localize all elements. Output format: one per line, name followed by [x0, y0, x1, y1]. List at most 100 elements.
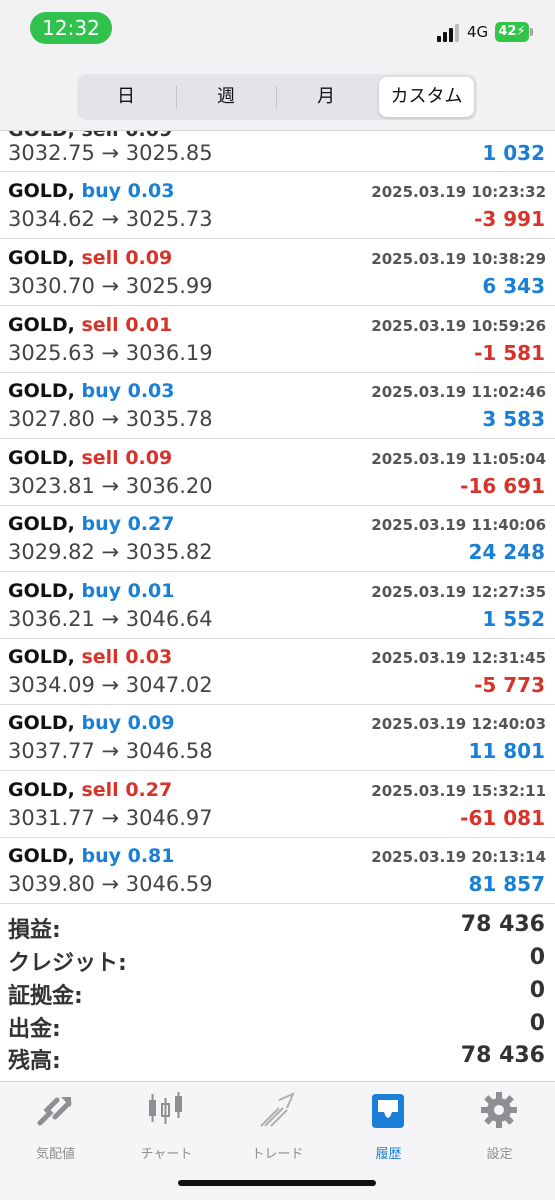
period-tab-week[interactable]: 週 [177, 77, 275, 117]
trade-header: GOLD, sell 0.03 [8, 646, 172, 668]
chart-icon [149, 1092, 182, 1124]
period-tab-day[interactable]: 日 [77, 77, 175, 117]
trade-profit: 11 801 [468, 739, 545, 763]
summary-label: クレジット: [8, 951, 127, 976]
tab-label: チャート [140, 1147, 193, 1162]
trade-lots: 0.03 [125, 646, 173, 668]
home-indicator[interactable] [178, 1180, 376, 1186]
trade-side: buy [81, 580, 121, 602]
trade-prices: 3034.09 → 3047.02 [8, 673, 213, 697]
trade-row[interactable]: GOLD, sell 0.09 2025.03.19 11:05:04 3023… [0, 439, 555, 506]
trade-lots: 0.09 [127, 712, 175, 734]
trade-history-list[interactable]: GOLD, sell 0.09 3032.75 → 3025.85 1 032 … [0, 131, 555, 904]
trade-datetime: 2025.03.19 11:02:46 [371, 383, 546, 401]
trade-icon [260, 1092, 295, 1127]
trade-profit: 24 248 [468, 540, 545, 564]
trade-lots: 0.03 [127, 180, 175, 202]
trade-symbol: GOLD, [8, 580, 75, 602]
trade-row[interactable]: GOLD, buy 0.27 2025.03.19 11:40:06 3029.… [0, 505, 555, 572]
trade-row[interactable]: GOLD, sell 0.01 2025.03.19 10:59:26 3025… [0, 306, 555, 373]
trade-header: GOLD, buy 0.01 [8, 580, 175, 602]
trade-prices: 3034.62 → 3025.73 [8, 207, 213, 231]
summary-balance: 残高: 78 436 [0, 1043, 555, 1075]
trade-lots: 0.01 [125, 314, 173, 336]
history-icon [372, 1094, 404, 1128]
tab-trade[interactable]: トレード [222, 1090, 333, 1162]
trade-profit: 81 857 [468, 872, 545, 896]
trade-row[interactable]: GOLD, sell 0.03 2025.03.19 12:31:45 3034… [0, 638, 555, 705]
cellular-signal-icon [437, 24, 461, 42]
trade-symbol: GOLD, [8, 646, 75, 668]
trade-profit: -5 773 [474, 673, 545, 697]
period-tab-month[interactable]: 月 [277, 77, 375, 117]
trade-symbol: GOLD, [8, 247, 75, 269]
trade-row[interactable]: GOLD, sell 0.27 2025.03.19 15:32:11 3031… [0, 771, 555, 838]
trade-row[interactable]: GOLD, buy 0.09 2025.03.19 12:40:03 3037.… [0, 704, 555, 771]
account-summary: 損益: 78 436 クレジット: 0 証拠金: 0 出金: 0 残高: 78 … [0, 912, 555, 1082]
trade-prices: 3025.63 → 3036.19 [8, 341, 213, 365]
trade-header: GOLD, buy 0.27 [8, 513, 175, 535]
summary-value: 78 436 [460, 912, 545, 937]
trade-side: buy [81, 845, 121, 867]
tab-label: 気配値 [35, 1147, 75, 1162]
trade-side: buy [81, 180, 121, 202]
tab-label: 設定 [486, 1147, 513, 1162]
trade-symbol: GOLD, [8, 845, 75, 867]
summary-value: 0 [529, 1011, 545, 1036]
network-type: 4G [467, 23, 489, 41]
history-header: 日 週 月 カスタム [0, 64, 555, 131]
trade-datetime: 2025.03.19 10:23:32 [371, 183, 546, 201]
trade-header: GOLD, sell 0.01 [8, 314, 172, 336]
trade-lots: 0.09 [125, 247, 173, 269]
summary-label: 残高: [8, 1049, 61, 1074]
trade-header: GOLD, sell 0.09 [8, 247, 172, 269]
bottom-tab-bar: 気配値 チャート トレード 履歴 設定 [0, 1082, 555, 1200]
trade-symbol: GOLD, [8, 314, 75, 336]
trade-side: sell [81, 779, 119, 801]
summary-value: 78 436 [460, 1043, 545, 1068]
summary-credit: クレジット: 0 [0, 945, 555, 977]
trade-symbol: GOLD, [8, 712, 75, 734]
battery-cap [530, 28, 533, 36]
trade-side: buy [81, 712, 121, 734]
tab-quotes[interactable]: 気配値 [0, 1090, 111, 1162]
trade-row[interactable]: GOLD, buy 0.01 2025.03.19 12:27:35 3036.… [0, 572, 555, 639]
trade-row[interactable]: GOLD, buy 0.81 2025.03.19 20:13:14 3039.… [0, 837, 555, 904]
trade-datetime: 2025.03.19 12:27:35 [371, 583, 546, 601]
trade-prices: 3023.81 → 3036.20 [8, 474, 213, 498]
trade-side: buy [81, 380, 121, 402]
trade-datetime: 2025.03.19 12:40:03 [371, 715, 546, 733]
trade-header: GOLD, buy 0.03 [8, 180, 175, 202]
trade-header: GOLD, buy 0.03 [8, 380, 175, 402]
summary-label: 損益: [8, 918, 61, 943]
trade-row[interactable]: GOLD, buy 0.03 2025.03.19 10:23:32 3034.… [0, 172, 555, 239]
trade-datetime: 2025.03.19 11:40:06 [371, 516, 546, 534]
tab-history[interactable]: 履歴 [333, 1090, 444, 1162]
trade-row-partial[interactable]: GOLD, sell 0.09 3032.75 → 3025.85 1 032 [0, 131, 555, 172]
trade-profit: 1 552 [482, 607, 545, 631]
trade-datetime: 2025.03.19 10:38:29 [371, 250, 546, 268]
summary-profit: 損益: 78 436 [0, 912, 555, 944]
trade-datetime: 2025.03.19 20:13:14 [371, 848, 546, 866]
battery-level: 42 [498, 24, 517, 39]
trade-symbol: GOLD, [8, 380, 75, 402]
trade-symbol: GOLD, [8, 447, 75, 469]
trade-side: buy [81, 513, 121, 535]
summary-withdrawal: 出金: 0 [0, 1011, 555, 1043]
trade-prices: 3027.80 → 3035.78 [8, 407, 213, 431]
trade-prices: 3029.82 → 3035.82 [8, 540, 213, 564]
trade-profit: -61 081 [460, 806, 545, 830]
trade-header: GOLD, buy 0.81 [8, 845, 175, 867]
trade-datetime: 2025.03.19 12:31:45 [371, 649, 546, 667]
trade-row[interactable]: GOLD, sell 0.09 2025.03.19 10:38:29 3030… [0, 239, 555, 306]
battery-icon: 42⚡ [495, 22, 529, 42]
trade-symbol: GOLD, [8, 180, 75, 202]
summary-margin: 証拠金: 0 [0, 978, 555, 1010]
tab-settings[interactable]: 設定 [444, 1090, 555, 1162]
trade-row[interactable]: GOLD, buy 0.03 2025.03.19 11:02:46 3027.… [0, 372, 555, 439]
tab-label: 履歴 [375, 1147, 402, 1162]
period-tab-custom[interactable]: カスタム [379, 77, 474, 117]
trade-side: sell [81, 447, 119, 469]
tab-chart[interactable]: チャート [111, 1090, 222, 1162]
trade-side: sell [81, 314, 119, 336]
